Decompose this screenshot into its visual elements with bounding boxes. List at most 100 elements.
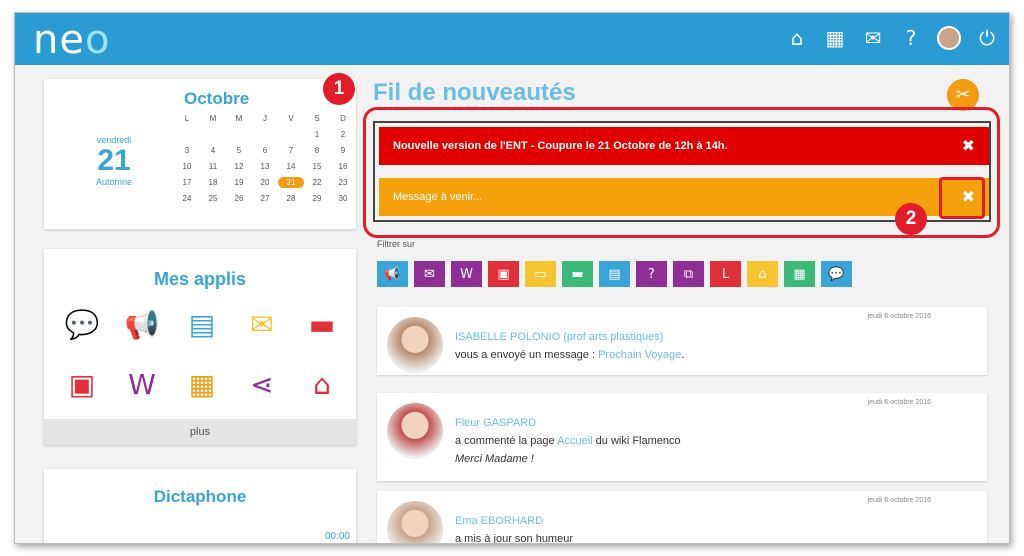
wiki-icon[interactable]: W — [112, 365, 172, 403]
calendar-day[interactable]: 29 — [304, 193, 330, 204]
filter-help-button[interactable]: ? — [636, 261, 667, 287]
feed-item-author[interactable]: ISABELLE POLONIO (prof arts plastiques) — [455, 331, 663, 343]
filter-directory-button[interactable]: ▤ — [599, 261, 630, 287]
calendar-day[interactable]: 12 — [226, 161, 252, 172]
calendar-weekday-header: L — [184, 114, 190, 123]
filter-inbox-button[interactable]: ⌂ — [747, 261, 778, 287]
calendar-day[interactable]: 21 — [278, 177, 304, 188]
avatar[interactable] — [387, 501, 443, 543]
close-icon[interactable]: ✖ — [962, 136, 975, 155]
inbox-icon[interactable]: ⌂ — [292, 365, 352, 403]
user-avatar[interactable] — [937, 26, 961, 50]
filter-org-button[interactable]: ⧉ — [673, 261, 704, 287]
page-title: Fil de nouveautés — [373, 79, 576, 106]
annotation-marker-1: 1 — [323, 73, 355, 105]
calendar-month: Octobre — [184, 89, 250, 108]
season-label: Automne — [95, 177, 133, 187]
calendar-day[interactable]: 19 — [226, 177, 252, 188]
feed-item-link[interactable]: Prochain Voyage — [598, 349, 681, 361]
calendar-day[interactable]: 8 — [304, 145, 330, 156]
calendar-day[interactable]: 13 — [252, 161, 278, 172]
dictaphone-time: 00:00 — [324, 531, 350, 542]
calendar-day[interactable]: 5 — [226, 145, 252, 156]
calendar-day — [226, 129, 252, 140]
folder-icon[interactable]: ▬ — [292, 305, 352, 343]
calendar-day[interactable]: 1 — [304, 129, 330, 140]
calendar-widget: Octobre vendredi 21 Automne LMMJVSD12345… — [44, 79, 356, 229]
apps-grid-icon[interactable]: ▦ — [823, 26, 847, 50]
workspace-icon[interactable]: ▣ — [52, 365, 112, 403]
calendar-day[interactable]: 22 — [304, 177, 330, 188]
megaphone-icon[interactable]: 📢 — [112, 305, 172, 343]
filter-forms-button[interactable]: ▦ — [784, 261, 815, 287]
calendar-today: vendredi 21 Automne — [84, 135, 144, 187]
feed-item-text: a commenté la page Accueil du wiki Flame… — [455, 435, 681, 447]
calendar-day[interactable]: 28 — [278, 193, 304, 204]
annotation-highlight-close — [939, 177, 985, 219]
avatar[interactable] — [387, 317, 443, 373]
calendar-day[interactable]: 17 — [174, 177, 200, 188]
dictaphone-widget: Dictaphone 00:00 — [44, 469, 356, 543]
calendar-icon[interactable]: ▦ — [172, 365, 232, 403]
filter-bar: 📢 ✉ W ▣ ▭ ▬ ▤? ⧉ L ⌂ ▦ 💬 — [377, 261, 852, 287]
calendar-day[interactable]: 14 — [278, 161, 304, 172]
neo-logo[interactable]: neo — [33, 17, 110, 63]
filter-folder-button[interactable]: ▬ — [562, 261, 593, 287]
calendar-day[interactable]: 23 — [330, 177, 356, 188]
calendar-day[interactable]: 7 — [278, 145, 304, 156]
filter-workspace-button[interactable]: ▣ — [488, 261, 519, 287]
calendar-day[interactable]: 27 — [252, 193, 278, 204]
apps-more-button[interactable]: plus — [44, 419, 356, 445]
calendar-day[interactable]: 3 — [174, 145, 200, 156]
dictaphone-title: Dictaphone — [153, 487, 247, 506]
filter-wiki-button[interactable]: W — [451, 261, 482, 287]
calendar-day[interactable]: 10 — [174, 161, 200, 172]
calendar-day[interactable]: 4 — [200, 145, 226, 156]
calendar-day[interactable]: 9 — [330, 145, 356, 156]
calendar-day[interactable]: 16 — [330, 161, 356, 172]
annotation-marker-2: 2 — [895, 203, 927, 235]
calendar-weekday-header: V — [288, 114, 294, 123]
calendar-day[interactable]: 11 — [200, 161, 226, 172]
avatar[interactable] — [387, 403, 443, 459]
filter-actualites-button[interactable]: 📢 — [377, 261, 408, 287]
alert-orange-text: Message à venir... — [393, 191, 483, 203]
calendar-day[interactable]: 30 — [330, 193, 356, 204]
feed-item-suffix: du wiki Flamenco — [592, 435, 681, 447]
calendar-day[interactable]: 26 — [226, 193, 252, 204]
power-icon[interactable]: ⏻ — [975, 26, 999, 50]
calendar-weekday-header: S — [314, 114, 320, 123]
feed-item-text: vous a envoyé un message : Prochain Voya… — [455, 349, 684, 361]
share-icon[interactable]: ⋖ — [232, 365, 292, 403]
calendar-day[interactable]: 20 — [252, 177, 278, 188]
home-icon[interactable]: ⌂ — [785, 26, 809, 50]
feed-item-author[interactable]: Fleur GASPARD — [455, 417, 536, 429]
calendar-day[interactable]: 25 — [200, 193, 226, 204]
mail-icon[interactable]: ✉ — [861, 26, 885, 50]
feed-item-link[interactable]: Accueil — [557, 435, 592, 447]
feed-item-author[interactable]: Ema EBORHARD — [455, 515, 543, 527]
calendar-weekday-header: D — [340, 114, 346, 123]
calendar-day[interactable]: 6 — [252, 145, 278, 156]
filter-chat-button[interactable]: 💬 — [821, 261, 852, 287]
calendar-weekday-header: M — [235, 114, 243, 123]
alert-red-text: Nouvelle version de l'ENT - Coupure le 2… — [393, 140, 728, 152]
alerts-container: Nouvelle version de l'ENT - Coupure le 2… — [373, 121, 991, 222]
directory-icon[interactable]: ▤ — [172, 305, 232, 343]
feed-item-suffix: . — [681, 349, 685, 361]
mail-icon[interactable]: ✉ — [232, 305, 292, 343]
calendar-day[interactable]: 24 — [174, 193, 200, 204]
help-icon[interactable]: ? — [899, 26, 923, 50]
feed-item-action: vous a envoyé un message : — [455, 349, 599, 361]
feed-item-date: jeudi 6 octobre 2016 — [867, 497, 931, 504]
apps-title: Mes applis — [153, 269, 247, 289]
calendar-day[interactable]: 15 — [304, 161, 330, 172]
filter-timeline-button[interactable]: L — [710, 261, 741, 287]
filter-notes-button[interactable]: ▭ — [525, 261, 556, 287]
calendar-day[interactable]: 18 — [200, 177, 226, 188]
filter-mail-button[interactable]: ✉ — [414, 261, 445, 287]
feed-item-date: jeudi 6 octobre 2016 — [867, 399, 931, 406]
calendar-day[interactable]: 2 — [330, 129, 356, 140]
messagerie-chat-icon[interactable]: 💬 — [52, 305, 112, 343]
top-navbar: neo ⌂ ▦ ✉ ? ⏻ — [15, 13, 1009, 65]
